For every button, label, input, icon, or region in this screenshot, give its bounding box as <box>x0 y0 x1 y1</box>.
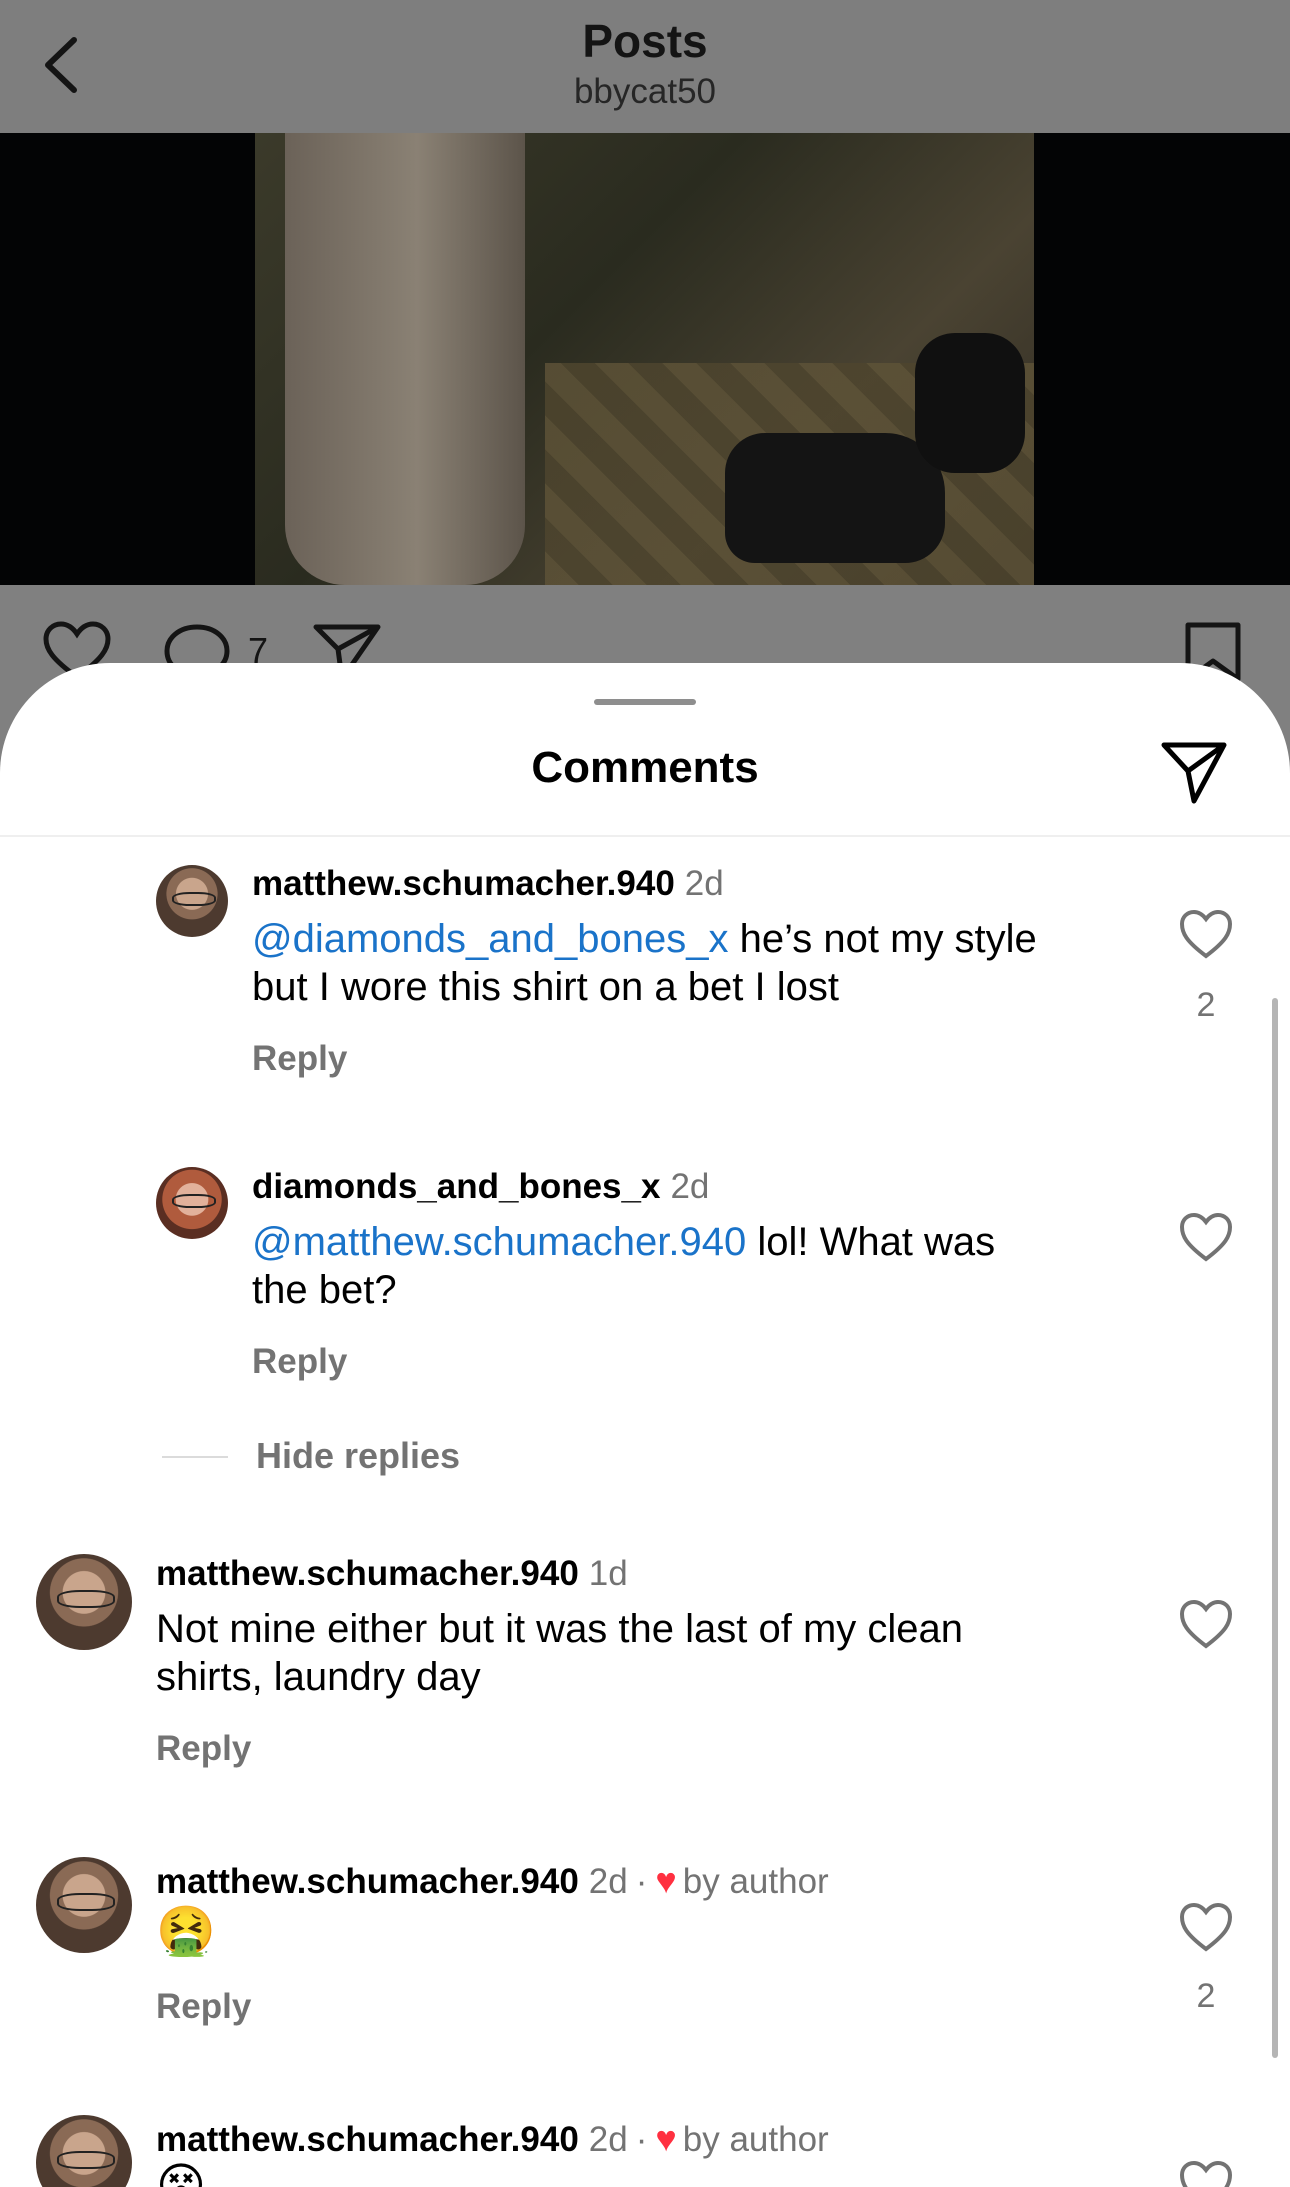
comment-username[interactable]: matthew.schumacher.940 <box>156 1862 579 1901</box>
comment-username[interactable]: matthew.schumacher.940 <box>156 1554 579 1593</box>
comment-time: 1d <box>588 1554 628 1593</box>
reply-button[interactable]: Reply <box>156 1987 251 2027</box>
comment-like-button[interactable] <box>1178 1901 1234 1953</box>
comment-time: 2d <box>670 1167 710 1206</box>
hide-replies-button[interactable]: Hide replies <box>256 1435 460 1477</box>
hide-replies-line <box>162 1456 228 1458</box>
comment-username[interactable]: diamonds_and_bones_x <box>252 1167 660 1206</box>
heart-outline-icon <box>1179 2160 1233 2187</box>
heart-outline-icon <box>1179 1902 1233 1952</box>
comment-like-count: 2 <box>1196 986 1216 1024</box>
avatar[interactable] <box>36 1554 132 1650</box>
reply-button[interactable]: Reply <box>252 1342 347 1382</box>
sheet-title: Comments <box>531 743 759 792</box>
avatar[interactable] <box>156 1167 228 1239</box>
avatar[interactable] <box>36 2115 132 2187</box>
post-photo[interactable] <box>0 133 1290 585</box>
post-action-row <box>0 585 1290 682</box>
share-button[interactable] <box>1158 735 1230 807</box>
liked-by-author-label: by author <box>682 2120 829 2159</box>
avatar[interactable] <box>156 865 228 937</box>
comment-like-button[interactable] <box>1178 2159 1234 2187</box>
page-title: Posts <box>582 15 708 67</box>
comment-emoji: 😵 <box>156 2160 207 2187</box>
mention-link[interactable]: @matthew.schumacher.940 <box>252 1220 746 1264</box>
comment-text: @diamonds_and_bones_x he’s not my style … <box>252 917 1037 1009</box>
photo-content <box>255 133 1034 585</box>
comment-text: @matthew.schumacher.940 lol! What was th… <box>252 1220 996 1312</box>
heart-filled-icon: ♥ <box>655 2118 677 2159</box>
scrollbar[interactable] <box>1272 998 1278 2058</box>
page-subtitle-username: bbycat50 <box>573 72 717 111</box>
comment-time: 2d <box>588 2120 628 2159</box>
comments-sheet: Comments matthew.schumacher.940 2d @diamo… <box>0 663 1290 2187</box>
comment-like-count: 2 <box>1196 1977 1216 2015</box>
comment-like-button[interactable] <box>1178 1598 1234 1650</box>
comment-like-button[interactable] <box>1178 1211 1234 1263</box>
heart-outline-icon <box>1179 1212 1233 1262</box>
comment-emoji: 🤮 <box>156 1905 216 1958</box>
comment-like-button[interactable] <box>1178 908 1234 960</box>
paper-plane-icon <box>1161 742 1227 804</box>
heart-filled-icon: ♥ <box>655 1860 677 1901</box>
heart-outline-icon <box>1179 909 1233 959</box>
reply-button[interactable]: Reply <box>156 1729 251 1769</box>
liked-by-author-label: by author <box>682 1862 829 1901</box>
avatar[interactable] <box>36 1857 132 1953</box>
top-bar: Posts bbycat50 <box>0 0 1290 133</box>
mention-link[interactable]: @diamonds_and_bones_x <box>252 917 729 961</box>
comment-time: 2d <box>684 864 724 903</box>
comment-username[interactable]: matthew.schumacher.940 <box>252 864 675 903</box>
sheet-grabber-handle[interactable] <box>594 699 696 705</box>
sheet-divider <box>0 835 1290 837</box>
reply-button[interactable]: Reply <box>252 1039 347 1079</box>
comment-text: Not mine either but it was the last of m… <box>156 1607 964 1699</box>
heart-outline-icon <box>1179 1599 1233 1649</box>
comment-username[interactable]: matthew.schumacher.940 <box>156 2120 579 2159</box>
comment-time: 2d <box>588 1862 628 1901</box>
